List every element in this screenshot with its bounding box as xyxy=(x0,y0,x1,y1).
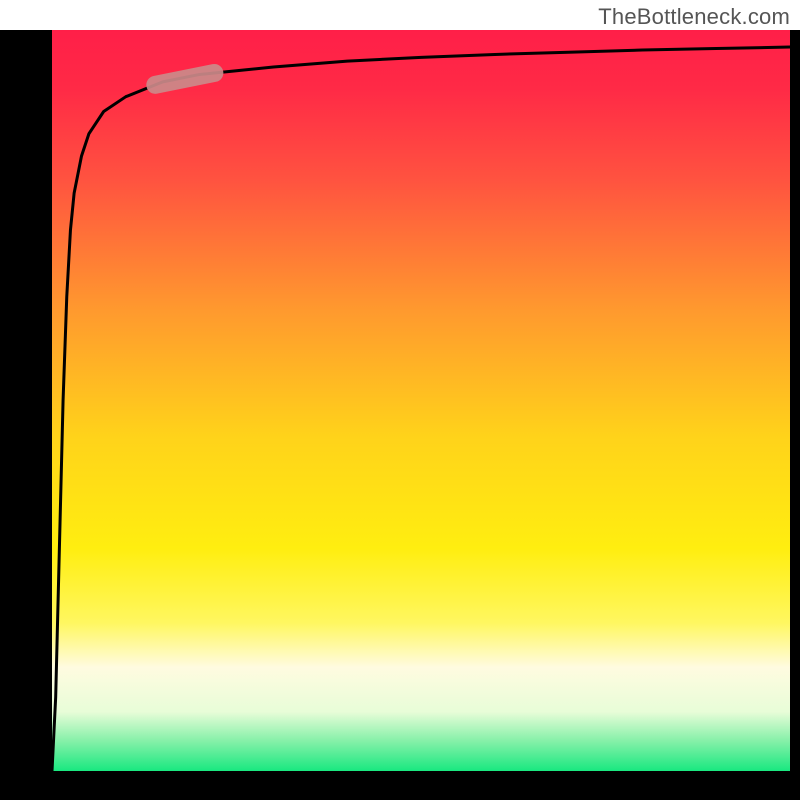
gradient-background xyxy=(52,30,790,771)
frame-right xyxy=(790,30,800,800)
frame-left xyxy=(0,30,52,800)
bottleneck-chart xyxy=(0,0,800,800)
chart-container: TheBottleneck.com xyxy=(0,0,800,800)
watermark-label: TheBottleneck.com xyxy=(598,4,790,30)
highlight-segment xyxy=(155,73,214,85)
frame-bottom xyxy=(0,771,800,800)
